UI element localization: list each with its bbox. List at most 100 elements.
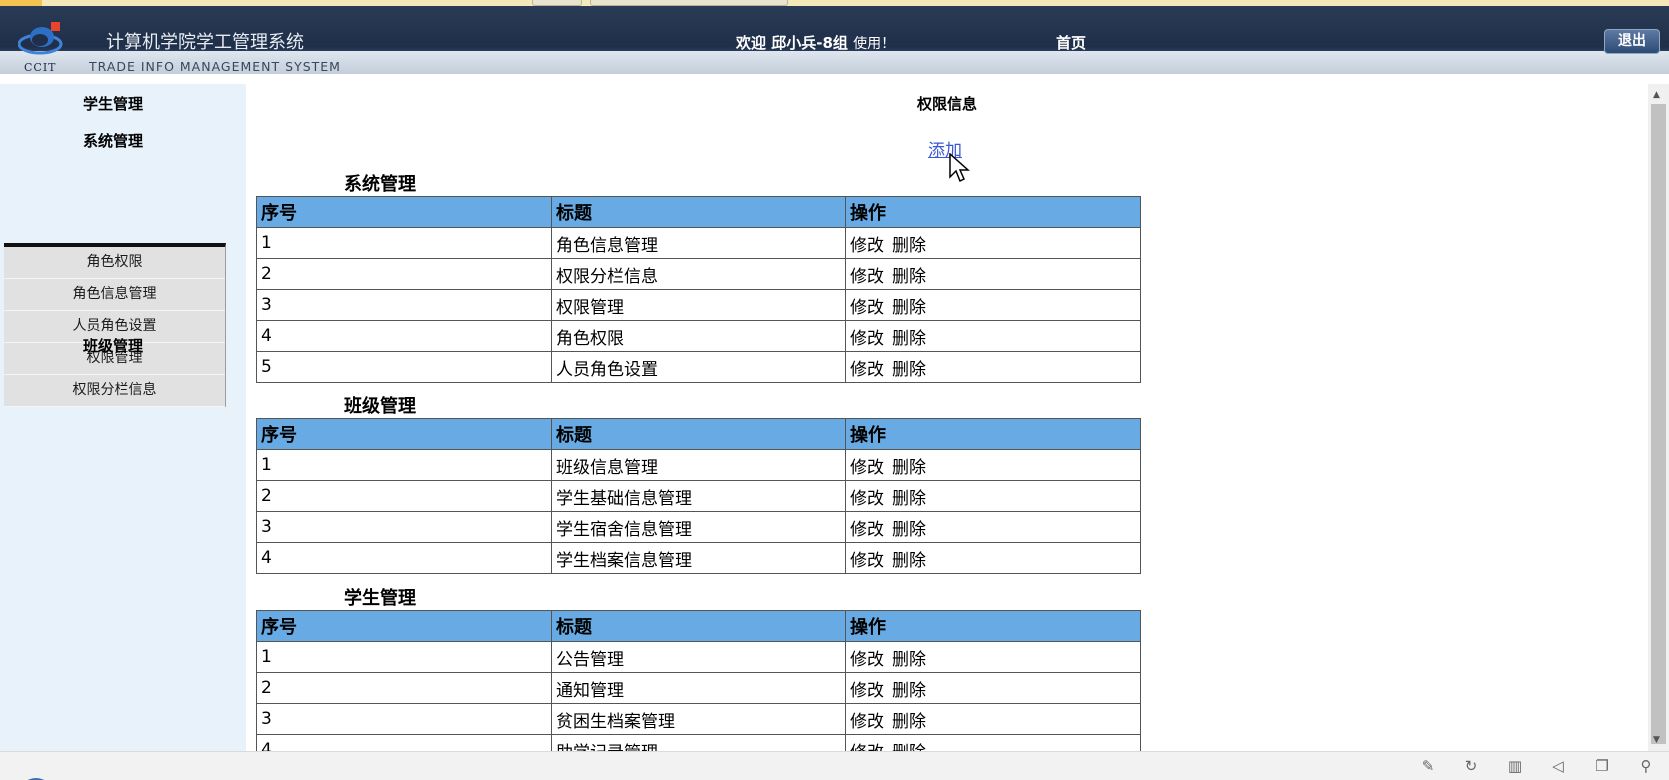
permission-table: 序号 标题 操作 1 班级信息管理 修改 删除 2 学生基础信息管理 修改 删除 3… (256, 418, 1141, 574)
edit-link[interactable]: 修改 (850, 681, 884, 701)
edit-link[interactable]: 修改 (850, 458, 884, 478)
delete-link[interactable]: 删除 (892, 236, 926, 256)
cell-title: 学生基础信息管理 (551, 480, 846, 512)
cell-actions: 修改删除 (845, 480, 1141, 512)
cell-title: 助学记录管理 (551, 734, 846, 751)
window-icon[interactable]: ❐ (1592, 757, 1612, 775)
delete-link[interactable]: 删除 (892, 520, 926, 540)
edit-link[interactable]: 修改 (850, 360, 884, 380)
column-header-title: 标题 (551, 610, 846, 642)
cell-title: 权限分栏信息 (551, 258, 846, 290)
edit-link[interactable]: 修改 (850, 551, 884, 571)
main-content: 权限信息 添加 系统管理 序号 标题 操作 1 角色信息管理 修改 删除 2 权限… (246, 84, 1648, 751)
sidebar-group-student[interactable]: 学生管理 (0, 93, 226, 114)
edit-link[interactable]: 修改 (850, 712, 884, 732)
sidebar-item-permission-column[interactable]: 权限分栏信息 (4, 375, 225, 407)
cell-actions: 修改删除 (845, 227, 1141, 259)
scroll-thumb[interactable] (1651, 104, 1666, 744)
scroll-down-arrow-icon[interactable]: ▼ (1653, 735, 1660, 745)
speaker-icon[interactable]: ◁ (1548, 757, 1568, 775)
scroll-up-arrow-icon[interactable]: ▲ (1653, 90, 1660, 100)
cell-title: 人员角色设置 (551, 351, 846, 383)
edit-link[interactable]: 修改 (850, 650, 884, 670)
cell-actions: 修改删除 (845, 672, 1141, 704)
trash-icon[interactable]: ▥ (1505, 757, 1525, 775)
delete-link[interactable]: 删除 (892, 650, 926, 670)
delete-link[interactable]: 删除 (892, 681, 926, 701)
edit-link[interactable]: 修改 (850, 489, 884, 509)
home-link[interactable]: 首页 (1056, 32, 1086, 53)
table-row: 2 学生基础信息管理 修改 删除 (256, 480, 1141, 512)
column-header-no: 序号 (256, 196, 552, 228)
edit-link[interactable]: 修改 (850, 329, 884, 349)
search-icon[interactable]: ⚲ (1636, 757, 1656, 775)
delete-link[interactable]: 删除 (892, 712, 926, 732)
column-header-action: 操作 (845, 418, 1141, 450)
edit-link[interactable]: 修改 (850, 743, 884, 752)
section-title: 学生管理 (344, 588, 416, 609)
cell-actions: 修改删除 (845, 449, 1141, 481)
welcome-suffix: 使用！ (853, 36, 896, 52)
table-row: 3 贫困生档案管理 修改 删除 (256, 703, 1141, 735)
cell-title: 学生档案信息管理 (551, 542, 846, 574)
cell-actions: 修改删除 (845, 258, 1141, 290)
vertical-scrollbar[interactable]: ▲ ▼ (1648, 84, 1669, 751)
column-header-title: 标题 (551, 196, 846, 228)
table-row: 1 公告管理 修改 删除 (256, 641, 1141, 673)
bottom-toolbar: ✎ ↻ ▥ ◁ ❐ ⚲ (0, 751, 1669, 780)
delete-link[interactable]: 删除 (892, 267, 926, 287)
cell-no: 2 (256, 672, 552, 704)
section-title: 班级管理 (344, 396, 416, 417)
edit-link[interactable]: 修改 (850, 520, 884, 540)
edit-link[interactable]: 修改 (850, 298, 884, 318)
sidebar: 学生管理 系统管理 角色权限 角色信息管理 人员角色设置 权限管理 权限分栏信息… (0, 84, 246, 751)
sidebar-item-role-info[interactable]: 角色信息管理 (4, 279, 225, 311)
cell-actions: 修改删除 (845, 703, 1141, 735)
column-header-no: 序号 (256, 418, 552, 450)
cell-no: 1 (256, 227, 552, 259)
history-icon[interactable]: ↻ (1461, 757, 1481, 775)
delete-link[interactable]: 删除 (892, 329, 926, 349)
permission-table: 序号 标题 操作 1 角色信息管理 修改 删除 2 权限分栏信息 修改 删除 3 权… (256, 196, 1141, 383)
table-header-row: 序号 标题 操作 (256, 610, 1141, 642)
cell-title: 通知管理 (551, 672, 846, 704)
app-header: CCIT 计算机学院学工管理系统 TRADE INFO MANAGEMENT S… (0, 6, 1669, 74)
logout-button[interactable]: 退出 (1604, 29, 1660, 54)
cell-no: 4 (256, 734, 552, 751)
sidebar-group-class[interactable]: 班级管理 (0, 335, 226, 356)
cell-title: 角色权限 (551, 320, 846, 352)
cell-no: 4 (256, 542, 552, 574)
cell-actions: 修改删除 (845, 289, 1141, 321)
cell-no: 3 (256, 289, 552, 321)
page-title: 权限信息 (916, 95, 977, 113)
permission-table: 序号 标题 操作 1 公告管理 修改 删除 2 通知管理 修改 删除 3 贫困生档案… (256, 610, 1141, 751)
cell-no: 2 (256, 480, 552, 512)
table-row: 4 角色权限 修改 删除 (256, 320, 1141, 352)
edit-link[interactable]: 修改 (850, 267, 884, 287)
cell-title: 贫困生档案管理 (551, 703, 846, 735)
column-header-action: 操作 (845, 610, 1141, 642)
delete-link[interactable]: 删除 (892, 489, 926, 509)
delete-link[interactable]: 删除 (892, 458, 926, 478)
ccit-logo-icon (18, 22, 63, 55)
sidebar-group-system[interactable]: 系统管理 (0, 130, 226, 151)
cell-no: 1 (256, 449, 552, 481)
pin-icon[interactable]: ✎ (1418, 757, 1438, 775)
cell-actions: 修改删除 (845, 351, 1141, 383)
table-row: 4 学生档案信息管理 修改 删除 (256, 542, 1141, 574)
table-row: 4 助学记录管理 修改删除 (256, 734, 1141, 752)
sidebar-submenu: 角色权限 角色信息管理 人员角色设置 权限管理 权限分栏信息 (4, 243, 226, 407)
cell-actions: 修改删除 (845, 734, 1141, 752)
table-row: 2 通知管理 修改 删除 (256, 672, 1141, 704)
edit-link[interactable]: 修改 (850, 236, 884, 256)
delete-link[interactable]: 删除 (892, 298, 926, 318)
delete-link[interactable]: 删除 (892, 551, 926, 571)
table-row: 1 班级信息管理 修改 删除 (256, 449, 1141, 481)
column-header-no: 序号 (256, 610, 552, 642)
cell-title: 角色信息管理 (551, 227, 846, 259)
delete-link[interactable]: 删除 (892, 743, 926, 752)
delete-link[interactable]: 删除 (892, 360, 926, 380)
sidebar-item-role-permission[interactable]: 角色权限 (4, 247, 225, 279)
welcome-message: 欢迎 邱小兵-8组 使用！ (736, 32, 895, 53)
table-row: 1 角色信息管理 修改 删除 (256, 227, 1141, 259)
